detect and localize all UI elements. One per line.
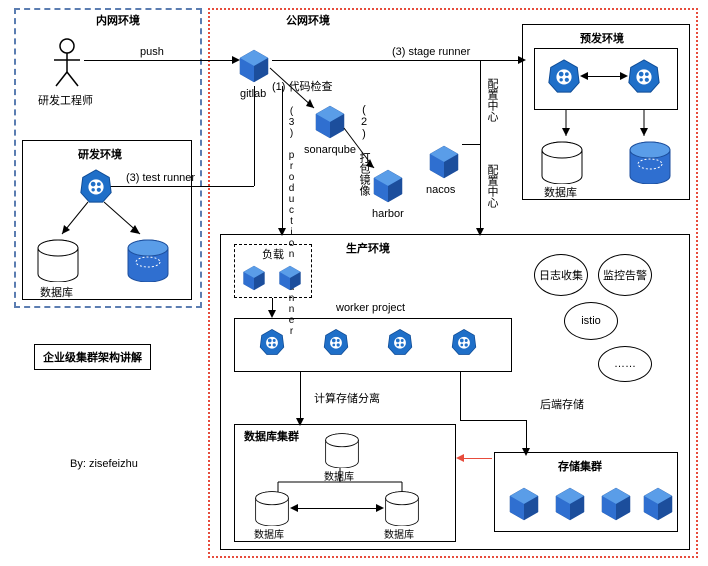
stageenv-db-label: 数据库 <box>544 184 577 200</box>
push-label: push <box>140 46 164 58</box>
worker-k8s3-icon <box>386 328 414 356</box>
dbcluster-title: 数据库集群 <box>244 428 299 444</box>
logcollect-label: 日志收集 <box>539 267 583 283</box>
author-label: By: zisefeizhu <box>70 458 138 470</box>
prodenv-title: 生产环境 <box>346 240 390 256</box>
nacos-label: nacos <box>426 184 455 196</box>
istio-label: istio <box>581 315 601 327</box>
calcsep-arrow2 <box>460 372 461 420</box>
etc-label: …… <box>614 358 636 370</box>
stageenv-title: 预发环境 <box>580 30 624 46</box>
arrow-head-icon <box>620 72 628 80</box>
worker-k8s1-icon <box>258 328 286 356</box>
worker-title: worker project <box>336 302 405 314</box>
calcsep-arrow1 <box>300 372 301 420</box>
red-arrow-line <box>462 458 492 459</box>
red-arrow-head-icon <box>456 454 464 462</box>
dbcluster-db3-label: 数据库 <box>384 526 414 541</box>
arrow-head-icon <box>268 310 276 318</box>
cfgcenter1-label: 配置中心 <box>484 78 500 122</box>
storage-cube3-icon <box>600 486 632 522</box>
stagerunner-arrow <box>272 60 518 61</box>
engineer-icon <box>52 38 82 91</box>
guide-label: 企业级集群架构讲解 <box>34 344 151 370</box>
gitlab-cube-icon <box>238 48 270 84</box>
push-arrow <box>84 60 232 61</box>
monitor-label: 监控告警 <box>603 267 647 283</box>
storage-cube1-icon <box>508 486 540 522</box>
harbor-cube-icon <box>372 168 404 204</box>
cfg2-vline <box>480 144 481 228</box>
storagecluster-title: 存储集群 <box>558 458 602 474</box>
logcollect-circle: 日志收集 <box>534 254 588 296</box>
stageenv-db-icon <box>540 140 584 184</box>
prodrunner-vline <box>282 86 283 228</box>
devenv-title: 研发环境 <box>78 146 122 162</box>
arrow-head-icon <box>376 504 384 512</box>
nacos-cube-icon <box>428 144 460 180</box>
db-bidir <box>296 508 378 509</box>
etc-circle: …… <box>598 346 652 382</box>
load-cube1-icon <box>242 264 266 292</box>
calcsep-arrow2v <box>526 420 527 450</box>
guide-box: 企业级集群架构讲解 <box>34 344 151 370</box>
devenv-storage-icon <box>126 238 170 282</box>
storage-cube2-icon <box>554 486 586 522</box>
stage-down-arrows <box>556 108 656 142</box>
arrow-head-icon <box>290 504 298 512</box>
worker-k8s4-icon <box>450 328 478 356</box>
cfg1-hline <box>462 144 480 145</box>
intranet-title: 内网环境 <box>96 12 140 28</box>
load-cube2-icon <box>278 264 302 292</box>
dbcluster-db2-label: 数据库 <box>254 526 284 541</box>
harbor-label: harbor <box>372 208 404 220</box>
worker-k8s2-icon <box>322 328 350 356</box>
stageenv-k8s2-icon <box>626 58 662 94</box>
load-title: 负载 <box>262 246 284 262</box>
testrunner-vline <box>254 86 255 186</box>
stageenv-k8s1-icon <box>546 58 582 94</box>
cfgcenter2-label: 配置中心 <box>484 164 500 208</box>
cfg1-vline <box>480 60 481 144</box>
public-title: 公网环境 <box>286 12 330 28</box>
stage-inner-arrow <box>586 76 622 77</box>
stagerunner-label: (3) stage runner <box>392 46 470 58</box>
calcsep-hline <box>460 420 526 421</box>
dbcluster-lines <box>270 462 410 506</box>
devenv-k8s-icon <box>78 168 114 204</box>
backendstorage-label: 后端存储 <box>540 396 584 412</box>
devenv-arrows <box>58 200 148 240</box>
engineer-label: 研发工程师 <box>38 92 93 108</box>
istio-circle: istio <box>564 302 618 340</box>
devenv-db-label: 数据库 <box>40 284 73 300</box>
stageenv-storage-icon <box>628 140 672 184</box>
monitor-circle: 监控告警 <box>598 254 652 296</box>
calcsep-label: 计算存储分离 <box>314 390 380 406</box>
devenv-db-icon <box>36 238 80 282</box>
arrow-head-icon <box>580 72 588 80</box>
storage-cube4-icon <box>642 486 674 522</box>
